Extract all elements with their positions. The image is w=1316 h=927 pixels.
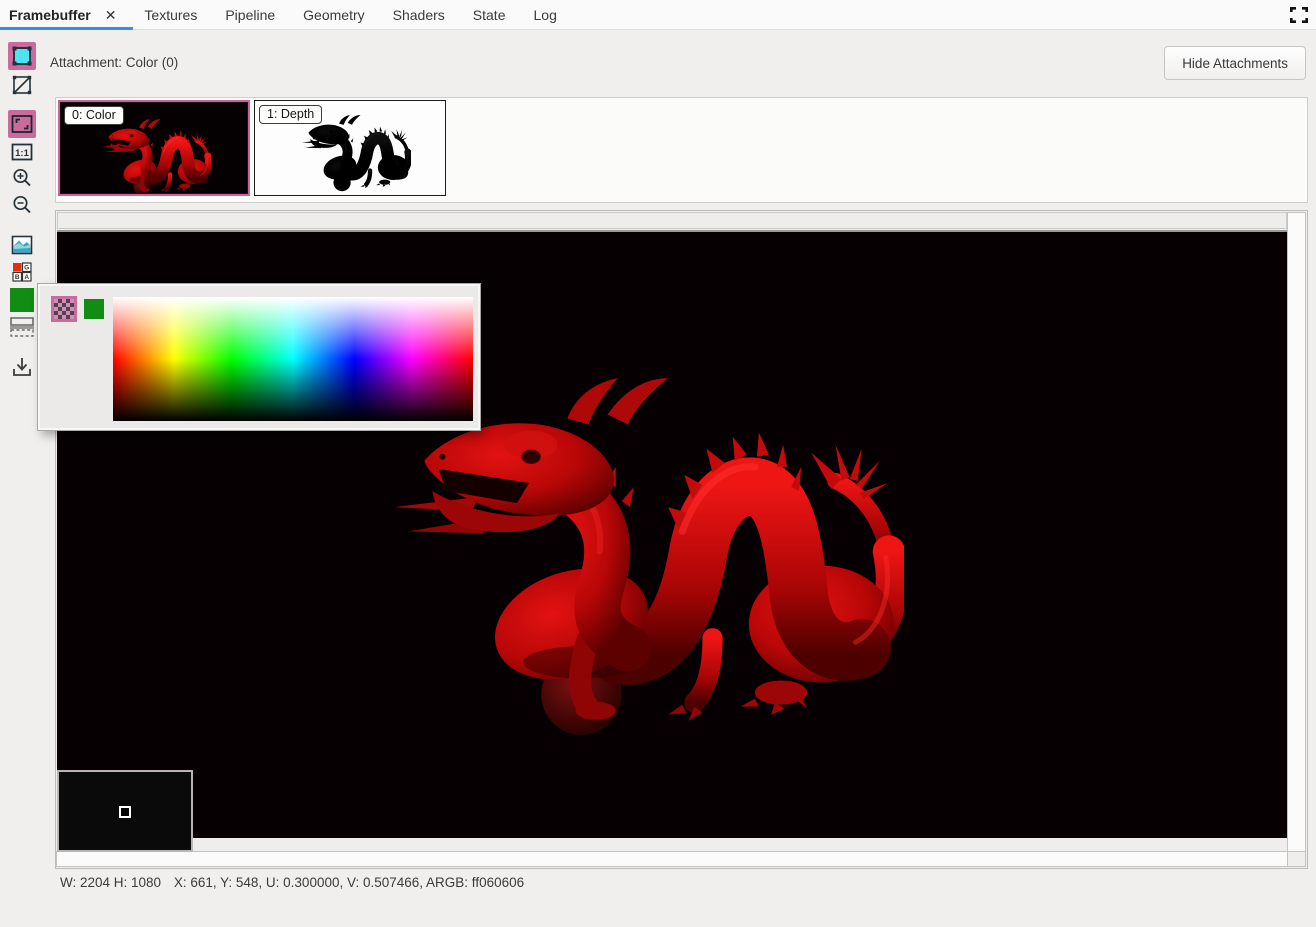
- minimap-viewport-indicator[interactable]: [119, 806, 131, 818]
- fit-to-window-icon[interactable]: [8, 110, 36, 138]
- background-color-icon[interactable]: [8, 286, 36, 314]
- range-clamp-icon[interactable]: [8, 313, 36, 341]
- scrollbar-corner: [1287, 851, 1306, 867]
- attachment-thumbnail-color[interactable]: 0: Color: [58, 100, 250, 196]
- green-color-swatch[interactable]: [84, 299, 104, 319]
- tab-log[interactable]: Log: [520, 0, 571, 30]
- tab-framebuffer-label: Framebuffer: [9, 7, 91, 23]
- tab-geometry[interactable]: Geometry: [289, 0, 378, 30]
- dragon-render-thumbnail: [99, 115, 211, 194]
- attachment-label: Attachment: Color (0): [50, 55, 178, 70]
- minimap-overview[interactable]: [57, 770, 193, 852]
- svg-text:1:1: 1:1: [15, 148, 29, 159]
- tab-textures[interactable]: Textures: [130, 0, 211, 30]
- attachments-strip: 0: Color 1: Depth: [55, 97, 1308, 203]
- actual-size-icon[interactable]: 1:1: [8, 138, 36, 166]
- svg-text:G: G: [24, 265, 29, 272]
- texture-view-icon[interactable]: [8, 42, 36, 70]
- pixel-info: X: 661, Y: 548, U: 0.300000, V: 0.507466…: [174, 875, 524, 890]
- attachment-badge: 1: Depth: [259, 105, 322, 124]
- vertical-scrollbar[interactable]: [1287, 212, 1306, 852]
- save-image-icon[interactable]: [8, 353, 36, 381]
- tab-state[interactable]: State: [459, 0, 520, 30]
- svg-text:B: B: [15, 274, 20, 281]
- close-tab-icon[interactable]: ✕: [105, 8, 117, 22]
- active-tab-indicator: [0, 27, 133, 30]
- framebuffer-debugger-window: Framebuffer ✕ Textures Pipeline Geometry…: [0, 0, 1316, 927]
- zoom-out-icon[interactable]: [8, 191, 36, 219]
- attachment-thumbnail-depth[interactable]: 1: Depth: [254, 100, 446, 196]
- tab-pipeline[interactable]: Pipeline: [211, 0, 289, 30]
- background-color-picker-popup: [38, 284, 480, 430]
- color-gradient-field[interactable]: [113, 297, 473, 421]
- horizontal-scrollbar[interactable]: [56, 851, 1288, 867]
- attachment-badge: 0: Color: [64, 106, 124, 125]
- image-size-info: W: 2204 H: 1080: [60, 875, 161, 890]
- fullscreen-icon[interactable]: [1290, 7, 1308, 23]
- hide-attachments-button[interactable]: Hide Attachments: [1164, 46, 1306, 80]
- channels-rgba-icon[interactable]: GBA: [8, 258, 36, 286]
- svg-text:A: A: [24, 274, 29, 281]
- viewport-top-scrollbar[interactable]: [57, 212, 1287, 229]
- transparent-checker-swatch[interactable]: [51, 296, 77, 322]
- wireframe-icon[interactable]: [8, 71, 36, 99]
- zoom-in-icon[interactable]: [8, 164, 36, 192]
- tab-bar: Framebuffer ✕ Textures Pipeline Geometry…: [0, 0, 1316, 30]
- status-bar: W: 2204 H: 1080 X: 661, Y: 548, U: 0.300…: [60, 875, 533, 890]
- background-image-icon[interactable]: [8, 231, 36, 259]
- tab-shaders[interactable]: Shaders: [379, 0, 459, 30]
- tab-framebuffer[interactable]: Framebuffer ✕: [0, 0, 130, 30]
